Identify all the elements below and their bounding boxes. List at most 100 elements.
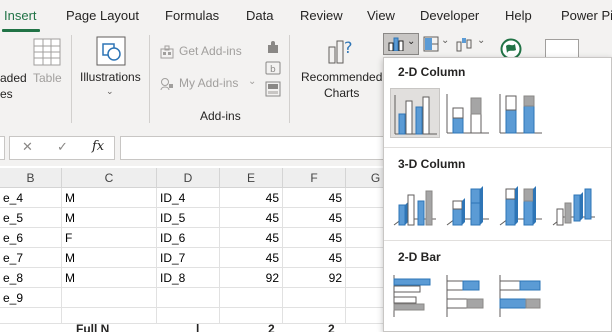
my-addins-button[interactable]: My Add-ins ⌄ bbox=[160, 75, 260, 93]
cell-e7[interactable]: 45 bbox=[220, 248, 283, 268]
cell-e10[interactable] bbox=[220, 308, 283, 324]
chevron-down-icon: ⌄ bbox=[441, 35, 450, 46]
insert-waterfall-chart-button[interactable]: ⌄ bbox=[454, 33, 488, 55]
section-divider bbox=[384, 240, 611, 241]
tab-data[interactable]: Data bbox=[246, 8, 273, 23]
cell-b6[interactable]: e_6 bbox=[0, 228, 62, 248]
cell-f8[interactable]: 92 bbox=[283, 268, 346, 288]
cell-d7[interactable]: ID_7 bbox=[157, 248, 220, 268]
recommended-charts-label-line1: Recommended bbox=[301, 70, 383, 84]
section-divider bbox=[384, 147, 611, 148]
enter-icon[interactable]: ✓ bbox=[57, 139, 68, 155]
cell-e4[interactable]: 45 bbox=[220, 188, 283, 208]
hierarchy-chart-icon bbox=[423, 36, 439, 57]
3d-100-percent-stacked-column-option[interactable] bbox=[496, 181, 546, 231]
group-separator bbox=[149, 35, 150, 123]
stacked-bar-option[interactable] bbox=[443, 271, 493, 321]
cell-e8[interactable]: 92 bbox=[220, 268, 283, 288]
cell-c9[interactable] bbox=[62, 288, 157, 308]
cell-b4[interactable]: e_4 bbox=[0, 188, 62, 208]
insert-column-chart-button[interactable]: ⌄ bbox=[383, 33, 419, 55]
cell-d8[interactable]: ID_8 bbox=[157, 268, 220, 288]
partial-row: Full N l 2 2 bbox=[0, 324, 406, 332]
svg-text:b: b bbox=[270, 65, 276, 75]
cell-b8[interactable]: e_8 bbox=[0, 268, 62, 288]
tab-formulas[interactable]: Formulas bbox=[165, 8, 219, 23]
cell-c5[interactable]: M bbox=[62, 208, 157, 228]
column-header-e[interactable]: E bbox=[220, 168, 283, 188]
name-box[interactable] bbox=[0, 136, 5, 160]
cell-e9[interactable] bbox=[220, 288, 283, 308]
tab-power-pivot[interactable]: Power Pi bbox=[561, 8, 612, 23]
bing-icon[interactable]: b bbox=[265, 60, 281, 81]
cancel-icon[interactable]: ✕ bbox=[22, 139, 33, 155]
cell-f9[interactable] bbox=[283, 288, 346, 308]
chevron-down-icon: ⌄ bbox=[106, 86, 114, 96]
pivot-label-line2: es bbox=[0, 87, 13, 101]
illustrations-button[interactable]: Illustrations ⌄ bbox=[77, 35, 143, 97]
get-addins-label: Get Add-ins bbox=[179, 44, 242, 58]
3d-clustered-column-option[interactable] bbox=[390, 181, 440, 231]
tab-insert[interactable]: Insert bbox=[4, 8, 37, 23]
pivot-table-button[interactable]: aded es bbox=[0, 35, 28, 101]
100-percent-stacked-bar-option[interactable] bbox=[496, 271, 546, 321]
tab-developer[interactable]: Developer bbox=[420, 8, 479, 23]
table-button[interactable]: Table bbox=[28, 35, 66, 97]
3d-column-option[interactable] bbox=[549, 181, 599, 231]
cell-b10[interactable] bbox=[0, 308, 62, 324]
cell-d4[interactable]: ID_4 bbox=[157, 188, 220, 208]
3d-stacked-column-option[interactable] bbox=[443, 181, 493, 231]
partial-cell-c: Full N bbox=[76, 324, 110, 332]
3d-stacked-column-icon bbox=[446, 186, 489, 226]
3d-clustered-column-icon bbox=[393, 190, 436, 226]
get-addins-button[interactable]: Get Add-ins bbox=[160, 43, 260, 61]
table-label: Table bbox=[33, 71, 62, 85]
table-icon bbox=[33, 38, 61, 71]
column-header-c[interactable]: C bbox=[62, 168, 157, 188]
clustered-bar-option[interactable] bbox=[390, 271, 440, 321]
addins-group-label: Add-ins bbox=[200, 109, 241, 123]
tab-page-layout[interactable]: Page Layout bbox=[66, 8, 139, 23]
cell-e5[interactable]: 45 bbox=[220, 208, 283, 228]
cell-b7[interactable]: e_7 bbox=[0, 248, 62, 268]
tab-view[interactable]: View bbox=[367, 8, 395, 23]
cell-b9[interactable]: e_9 bbox=[0, 288, 62, 308]
illustrations-label: Illustrations bbox=[80, 70, 141, 84]
column-header-b[interactable]: B bbox=[0, 168, 62, 188]
cell-d5[interactable]: ID_5 bbox=[157, 208, 220, 228]
recommended-charts-label-line2: Charts bbox=[324, 86, 360, 100]
clustered-column-option[interactable] bbox=[390, 88, 440, 138]
puzzle-icon[interactable] bbox=[265, 40, 281, 61]
people-graph-icon[interactable] bbox=[265, 81, 281, 102]
tab-help[interactable]: Help bbox=[505, 8, 532, 23]
cell-f4[interactable]: 45 bbox=[283, 188, 346, 208]
column-header-d[interactable]: D bbox=[157, 168, 220, 188]
cell-e6[interactable]: 45 bbox=[220, 228, 283, 248]
cell-f5[interactable]: 45 bbox=[283, 208, 346, 228]
cell-f10[interactable] bbox=[283, 308, 346, 324]
cell-f7[interactable]: 45 bbox=[283, 248, 346, 268]
100-percent-stacked-column-option[interactable] bbox=[496, 88, 546, 138]
group-separator bbox=[71, 35, 72, 123]
column-chart-icon bbox=[388, 37, 404, 56]
column-header-f[interactable]: F bbox=[283, 168, 346, 188]
cell-d10[interactable] bbox=[157, 308, 220, 324]
insert-hierarchy-chart-button[interactable]: ⌄ bbox=[421, 33, 451, 55]
cell-c4[interactable]: M bbox=[62, 188, 157, 208]
cell-b5[interactable]: e_5 bbox=[0, 208, 62, 228]
cell-f6[interactable]: 45 bbox=[283, 228, 346, 248]
recommended-charts-button[interactable]: ? Recommended Charts bbox=[297, 33, 383, 103]
formula-buttons: ✕ ✓ fx bbox=[9, 136, 115, 160]
tab-review[interactable]: Review bbox=[300, 8, 343, 23]
clustered-bar-icon bbox=[393, 275, 431, 317]
cell-d9[interactable] bbox=[157, 288, 220, 308]
cell-c7[interactable]: M bbox=[62, 248, 157, 268]
cell-d6[interactable]: ID_6 bbox=[157, 228, 220, 248]
3d-column-icon bbox=[552, 188, 595, 226]
cell-c6[interactable]: F bbox=[62, 228, 157, 248]
cell-c8[interactable]: M bbox=[62, 268, 157, 288]
stacked-column-option[interactable] bbox=[443, 88, 493, 138]
cell-c10[interactable] bbox=[62, 308, 157, 324]
partial-cell-d: l bbox=[196, 324, 200, 332]
insert-function-button[interactable]: fx bbox=[92, 139, 104, 154]
